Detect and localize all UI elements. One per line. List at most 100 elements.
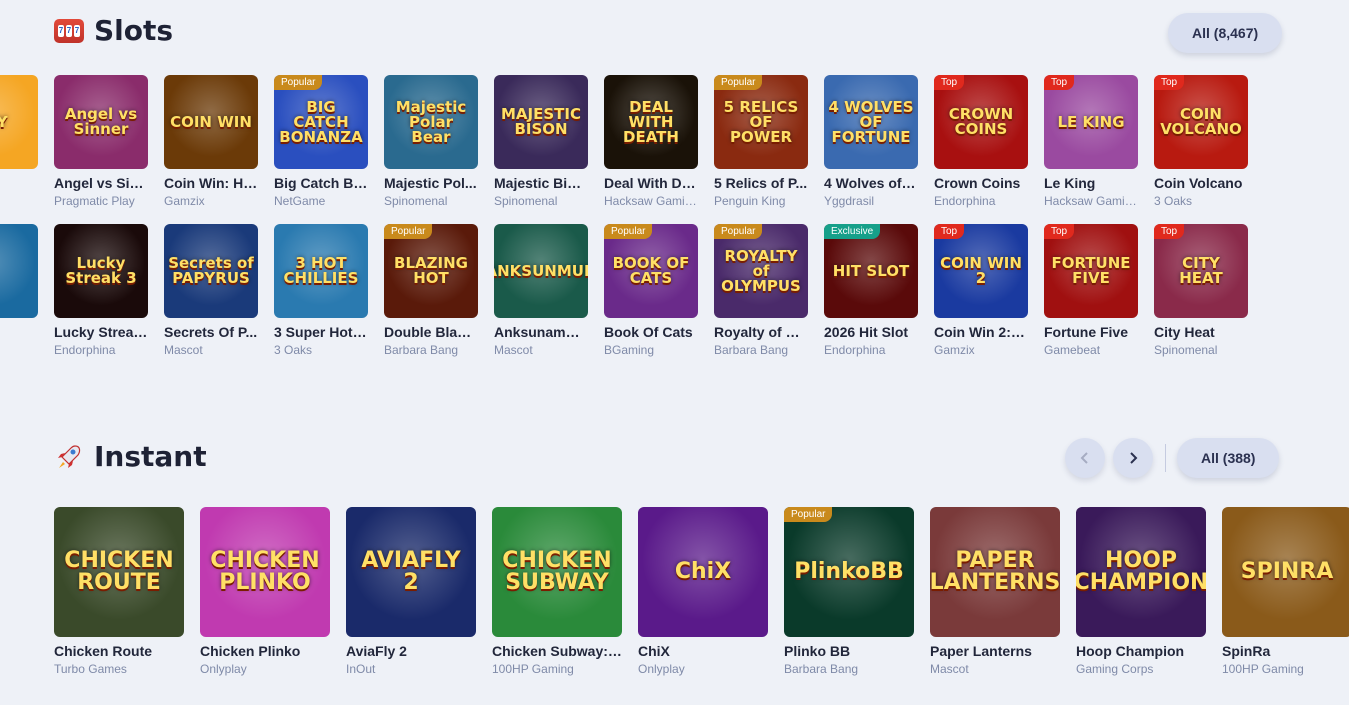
game-name[interactable]: Crown Coins (934, 175, 1028, 191)
game-card[interactable]: ANKSUNMUN Anksunamun... Mascot (494, 224, 588, 357)
game-thumbnail[interactable]: CITY HEAT Top (1154, 224, 1248, 318)
game-thumbnail[interactable]: MAJESTIC BISON (494, 75, 588, 169)
game-provider[interactable]: Penguin King (714, 194, 808, 208)
game-name[interactable]: Royalty of Ol... (714, 324, 808, 340)
game-name[interactable]: Plinko BB (784, 643, 914, 659)
game-card[interactable]: Angel vs Sinner Angel vs Sin... Pragmatic … (54, 75, 148, 208)
game-card[interactable]: AVIAFLY 2 AviaFly 2 InOut (346, 507, 476, 676)
game-card[interactable]: 3 HOT CHILLIES 3 Super Hot ... 3 Oaks (274, 224, 368, 357)
game-provider[interactable]: InOut (346, 662, 476, 676)
game-name[interactable]: Angel vs Sin... (54, 175, 148, 191)
game-provider[interactable]: BGaming (604, 343, 698, 357)
game-thumbnail[interactable]: BOOK OF CATS Popular (604, 224, 698, 318)
game-name[interactable]: Coin Volcano (1154, 175, 1248, 191)
game-provider[interactable]: Yggdrasil (824, 194, 918, 208)
game-name[interactable]: City Heat (1154, 324, 1248, 340)
game-thumbnail[interactable]: CROWN COINS Top (934, 75, 1028, 169)
game-thumbnail[interactable]: COIN WIN (164, 75, 258, 169)
game-thumbnail[interactable]: BIG CATCH BONANZA Popular (274, 75, 368, 169)
game-provider[interactable]: Mascot (930, 662, 1060, 676)
game-thumbnail[interactable]: CHICKEN ROUTE (54, 507, 184, 637)
game-provider[interactable]: NetGame (274, 194, 368, 208)
game-name[interactable]: Secrets Of P... (164, 324, 258, 340)
game-card[interactable]: 4 WOLVES OF FORTUNE 4 Wolves of F... Yggdr… (824, 75, 918, 208)
game-card[interactable]: PAPER LANTERNS Paper Lanterns Mascot (930, 507, 1060, 676)
game-card[interactable]: HIT SLOT Exclusive 2026 Hit Slot Endorphina (824, 224, 918, 357)
game-card[interactable]: CITY HEAT Top City Heat Spinomenal (1154, 224, 1248, 357)
game-provider[interactable]: Hacksaw Gaming (1044, 194, 1138, 208)
game-provider[interactable]: Gaming Corps (1076, 662, 1206, 676)
game-name[interactable]: Majestic Pol... (384, 175, 478, 191)
game-card[interactable]: COIN WIN Coin Win: Hol... Gamzix (164, 75, 258, 208)
game-thumbnail[interactable]: ChiX (638, 507, 768, 637)
game-name[interactable]: Paper Lanterns (930, 643, 1060, 659)
game-card[interactable]: Secrets of PAPYRUS Secrets Of P... Mascot (164, 224, 258, 357)
game-name[interactable]: Double Blazi... (384, 324, 478, 340)
game-card[interactable]: BOOK OF CATS Popular Book Of Cats BGaming (604, 224, 698, 357)
game-name[interactable]: Majestic Bison (494, 175, 588, 191)
game-thumbnail[interactable]: CHICKEN SUBWAY (492, 507, 622, 637)
game-name[interactable]: 4 Wolves of F... (824, 175, 918, 191)
game-card[interactable]: COIN WIN 2 Top Coin Win 2: H... Gamzix (934, 224, 1028, 357)
game-thumbnail[interactable]: LE KING Top (1044, 75, 1138, 169)
game-thumbnail[interactable]: 4 WOLVES OF FORTUNE (824, 75, 918, 169)
game-name[interactable]: 5 Relics of P... (714, 175, 808, 191)
game-provider[interactable]: Mascot (494, 343, 588, 357)
game-name[interactable]: 3 Super Hot ... (274, 324, 368, 340)
game-thumbnail[interactable]: FORTUNE FIVE Top (1044, 224, 1138, 318)
game-provider[interactable]: Barbara Bang (714, 343, 808, 357)
game-provider[interactable]: Spinomenal (384, 194, 478, 208)
game-thumbnail[interactable]: Lucky Streak 3 (54, 224, 148, 318)
game-name[interactable]: Coin Win: Hol... (164, 175, 258, 191)
game-name[interactable]: Coin Win 2: H... (934, 324, 1028, 340)
game-card[interactable]: FORTUNE FIVE Top Fortune Five Gamebeat (1044, 224, 1138, 357)
game-card[interactable]: CHICKEN ROUTE Chicken Route Turbo Games (54, 507, 184, 676)
game-card[interactable]: ChiX ChiX Onlyplay (638, 507, 768, 676)
game-provider[interactable]: Mascot (164, 343, 258, 357)
game-card[interactable]: Lucky Streak 3 Lucky Streak 3 Endorphina (54, 224, 148, 357)
game-name[interactable]: Book Of Cats (604, 324, 698, 340)
game-card[interactable]: CROWN COINS Top Crown Coins Endorphina (934, 75, 1028, 208)
game-card[interactable]: PlinkoBB Popular Plinko BB Barbara Bang (784, 507, 914, 676)
game-provider[interactable]: Barbara Bang (784, 662, 914, 676)
game-card[interactable]: ka (0, 224, 38, 343)
game-card[interactable]: ASY sy (0, 75, 38, 194)
game-provider[interactable]: Turbo Games (54, 662, 184, 676)
game-name[interactable]: SpinRa (1222, 643, 1349, 659)
game-card[interactable]: Majestic Polar Bear Majestic Pol... Spinom… (384, 75, 478, 208)
game-provider[interactable]: Endorphina (824, 343, 918, 357)
game-thumbnail[interactable]: PlinkoBB Popular (784, 507, 914, 637)
game-name[interactable]: sy (0, 175, 38, 191)
game-thumbnail[interactable]: AVIAFLY 2 (346, 507, 476, 637)
game-name[interactable]: Lucky Streak 3 (54, 324, 148, 340)
game-name[interactable]: Le King (1044, 175, 1138, 191)
game-name[interactable]: Fortune Five (1044, 324, 1138, 340)
game-thumbnail[interactable]: Majestic Polar Bear (384, 75, 478, 169)
game-provider[interactable]: Gamzix (164, 194, 258, 208)
game-card[interactable]: MAJESTIC BISON Majestic Bison Spinomenal (494, 75, 588, 208)
prev-arrow-button[interactable] (1065, 438, 1105, 478)
game-thumbnail[interactable]: ANKSUNMUN (494, 224, 588, 318)
game-provider[interactable]: Onlyplay (638, 662, 768, 676)
game-thumbnail[interactable] (0, 224, 38, 318)
game-provider[interactable]: Endorphina (934, 194, 1028, 208)
game-thumbnail[interactable]: COIN WIN 2 Top (934, 224, 1028, 318)
game-thumbnail[interactable]: 5 RELICS OF POWER Popular (714, 75, 808, 169)
game-name[interactable]: AviaFly 2 (346, 643, 476, 659)
game-provider[interactable]: 3 Oaks (274, 343, 368, 357)
game-name[interactable]: Deal With De... (604, 175, 698, 191)
game-name[interactable]: Anksunamun... (494, 324, 588, 340)
game-provider[interactable]: Onlyplay (200, 662, 330, 676)
game-provider[interactable]: Hacksaw Gaming (604, 194, 698, 208)
game-thumbnail[interactable]: 3 HOT CHILLIES (274, 224, 368, 318)
game-card[interactable]: HOOP CHAMPION Hoop Champion Gaming Corps (1076, 507, 1206, 676)
game-card[interactable]: DEAL WITH DEATH Deal With De... Hacksaw Ga… (604, 75, 698, 208)
game-card[interactable]: SPINRA SpinRa 100HP Gaming (1222, 507, 1349, 676)
game-provider[interactable]: 3 Oaks (1154, 194, 1248, 208)
game-thumbnail[interactable]: Angel vs Sinner (54, 75, 148, 169)
game-thumbnail[interactable]: DEAL WITH DEATH (604, 75, 698, 169)
game-name[interactable]: 2026 Hit Slot (824, 324, 918, 340)
game-thumbnail[interactable]: Secrets of PAPYRUS (164, 224, 258, 318)
game-thumbnail[interactable]: SPINRA (1222, 507, 1349, 637)
game-card[interactable]: CHICKEN PLINKO Chicken Plinko Onlyplay (200, 507, 330, 676)
